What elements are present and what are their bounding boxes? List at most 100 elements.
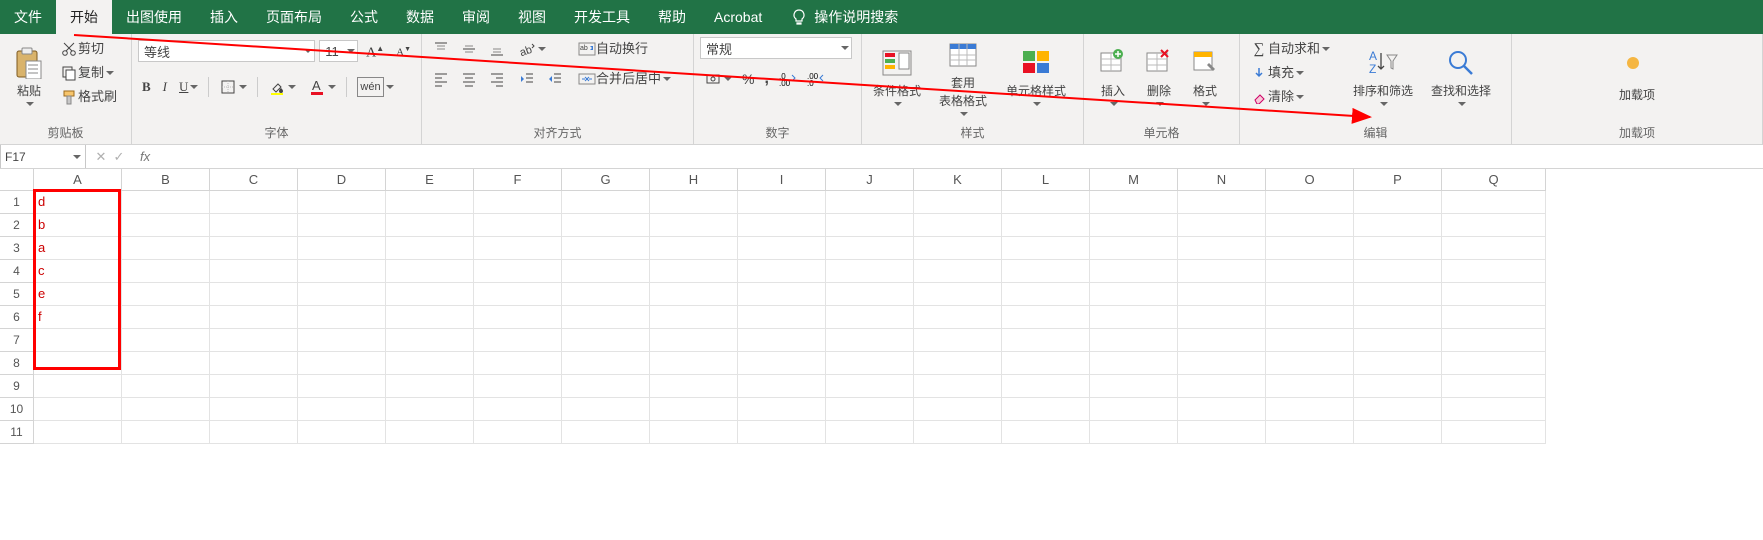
cell[interactable]	[474, 329, 562, 352]
bold-button[interactable]: B	[138, 75, 155, 99]
cell[interactable]	[298, 191, 386, 214]
cell[interactable]	[914, 306, 1002, 329]
cell[interactable]	[826, 352, 914, 375]
cell[interactable]: c	[34, 260, 122, 283]
cell[interactable]	[1354, 421, 1442, 444]
cell[interactable]	[1178, 352, 1266, 375]
cell[interactable]	[826, 306, 914, 329]
tab-page-layout[interactable]: 页面布局	[252, 0, 336, 34]
cell[interactable]	[1090, 398, 1178, 421]
cell[interactable]	[298, 306, 386, 329]
accounting-format-button[interactable]	[700, 67, 736, 91]
cell[interactable]	[1178, 398, 1266, 421]
cell[interactable]	[34, 421, 122, 444]
format-as-table-button[interactable]: 套用 表格格式	[926, 37, 1000, 117]
cell[interactable]	[1178, 191, 1266, 214]
cell[interactable]	[738, 191, 826, 214]
cell[interactable]	[650, 237, 738, 260]
cell[interactable]	[1090, 306, 1178, 329]
align-right-button[interactable]	[484, 67, 510, 91]
cell[interactable]	[1090, 329, 1178, 352]
fill-color-button[interactable]	[264, 75, 300, 99]
cell[interactable]	[1090, 283, 1178, 306]
cell[interactable]	[562, 329, 650, 352]
cell[interactable]	[738, 306, 826, 329]
align-bottom-button[interactable]	[484, 37, 510, 61]
cell[interactable]	[210, 191, 298, 214]
cell[interactable]	[210, 398, 298, 421]
cell[interactable]	[298, 352, 386, 375]
cell[interactable]	[1266, 375, 1354, 398]
cell[interactable]	[738, 237, 826, 260]
cell[interactable]	[122, 306, 210, 329]
col-header[interactable]: L	[1002, 169, 1090, 191]
cell[interactable]	[562, 306, 650, 329]
tab-review[interactable]: 审阅	[448, 0, 504, 34]
cell[interactable]	[738, 398, 826, 421]
cell[interactable]	[210, 306, 298, 329]
col-header[interactable]: F	[474, 169, 562, 191]
tab-insert[interactable]: 插入	[196, 0, 252, 34]
row-header[interactable]: 8	[0, 352, 34, 375]
cell[interactable]	[562, 260, 650, 283]
cut-button[interactable]: 剪切	[56, 37, 121, 61]
col-header[interactable]: P	[1354, 169, 1442, 191]
cell[interactable]	[1090, 237, 1178, 260]
find-select-button[interactable]: 查找和选择	[1422, 37, 1500, 117]
cell[interactable]	[1090, 421, 1178, 444]
cell[interactable]	[914, 191, 1002, 214]
cell[interactable]	[1354, 260, 1442, 283]
cell[interactable]	[210, 237, 298, 260]
cell[interactable]	[386, 306, 474, 329]
cell[interactable]	[1090, 260, 1178, 283]
cell[interactable]	[1178, 421, 1266, 444]
col-header[interactable]: O	[1266, 169, 1354, 191]
cell[interactable]	[826, 375, 914, 398]
cell[interactable]	[474, 283, 562, 306]
percent-button[interactable]: %	[738, 67, 758, 91]
col-header[interactable]: D	[298, 169, 386, 191]
tab-home[interactable]: 开始	[56, 0, 112, 34]
cell[interactable]	[210, 214, 298, 237]
col-header[interactable]: H	[650, 169, 738, 191]
enter-formula-button[interactable]: ✓	[110, 149, 128, 165]
cell[interactable]	[1090, 214, 1178, 237]
autosum-button[interactable]: ∑自动求和	[1246, 37, 1344, 61]
cell[interactable]	[914, 237, 1002, 260]
row-header[interactable]: 5	[0, 283, 34, 306]
italic-button[interactable]: I	[159, 75, 171, 99]
cell[interactable]	[826, 191, 914, 214]
sort-filter-button[interactable]: AZ 排序和筛选	[1344, 37, 1422, 117]
cell[interactable]	[562, 352, 650, 375]
cell[interactable]	[1002, 191, 1090, 214]
cell[interactable]	[650, 191, 738, 214]
col-header[interactable]: I	[738, 169, 826, 191]
cell[interactable]	[298, 214, 386, 237]
cell[interactable]	[650, 421, 738, 444]
col-header[interactable]: K	[914, 169, 1002, 191]
col-header[interactable]: G	[562, 169, 650, 191]
cell[interactable]	[298, 375, 386, 398]
cell[interactable]	[1178, 375, 1266, 398]
delete-cells-button[interactable]: 删除	[1136, 37, 1182, 117]
align-center-button[interactable]	[456, 67, 482, 91]
cell[interactable]: e	[34, 283, 122, 306]
font-size-select[interactable]: 11	[319, 40, 358, 62]
col-header[interactable]: E	[386, 169, 474, 191]
tell-me-search[interactable]: 操作说明搜索	[776, 0, 912, 34]
tab-view[interactable]: 视图	[504, 0, 560, 34]
cell[interactable]	[650, 283, 738, 306]
paste-button[interactable]: 粘贴	[6, 37, 52, 117]
cell[interactable]	[1354, 398, 1442, 421]
row-header[interactable]: 3	[0, 237, 34, 260]
cell[interactable]	[474, 375, 562, 398]
cell[interactable]: a	[34, 237, 122, 260]
fx-label[interactable]: fx	[134, 145, 156, 168]
cell[interactable]	[1090, 191, 1178, 214]
cell[interactable]	[1266, 398, 1354, 421]
comma-button[interactable]: ,	[760, 67, 772, 91]
wrap-text-button[interactable]: ab 自动换行	[574, 37, 675, 61]
increase-font-size-button[interactable]: A▲	[362, 37, 388, 66]
cell[interactable]	[914, 352, 1002, 375]
cell[interactable]	[122, 421, 210, 444]
